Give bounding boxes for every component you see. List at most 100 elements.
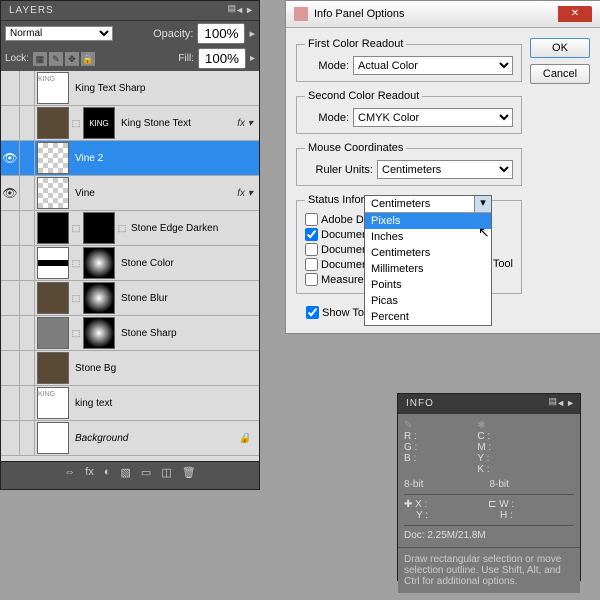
lock-transparent-icon[interactable]: ▦: [33, 52, 47, 66]
footer-icon[interactable]: 🗑: [182, 466, 196, 479]
fx-indicator[interactable]: fx ▾: [231, 188, 259, 199]
layer-row[interactable]: Background🔒: [1, 421, 259, 456]
opacity-label: Opacity:: [153, 28, 193, 40]
fill-label: Fill:: [178, 53, 194, 64]
mode-label-1: Mode:: [305, 60, 349, 72]
status-checkbox[interactable]: [305, 213, 318, 226]
layer-thumb[interactable]: [37, 107, 69, 139]
layer-thumb[interactable]: [83, 317, 115, 349]
layer-thumb[interactable]: KING: [37, 387, 69, 419]
dialog-titlebar[interactable]: Info Panel Options ✕: [286, 1, 600, 28]
layer-thumb[interactable]: [37, 212, 69, 244]
ok-button[interactable]: OK: [530, 38, 590, 58]
show-hints-checkbox[interactable]: [306, 306, 319, 319]
visibility-icon[interactable]: 👁: [1, 151, 19, 165]
layer-thumb[interactable]: [83, 212, 115, 244]
status-checkbox[interactable]: [305, 228, 318, 241]
layer-thumb[interactable]: KING: [83, 107, 115, 139]
app-icon: [294, 7, 308, 21]
visibility-icon[interactable]: 👁: [1, 186, 19, 200]
layers-panel: LAYERS ▤ ◄► Normal Opacity: ▸ Lock: ▦ ✎ …: [0, 0, 260, 490]
dropdown-option[interactable]: Pixels: [365, 213, 491, 229]
layer-name[interactable]: Stone Bg: [71, 363, 231, 374]
layer-name[interactable]: Background: [71, 433, 231, 444]
dialog-title: Info Panel Options: [314, 8, 405, 20]
layer-row[interactable]: ⬚Stone Color: [1, 246, 259, 281]
ruler-label: Ruler Units:: [305, 164, 373, 176]
layer-name[interactable]: King Stone Text: [117, 118, 231, 129]
layer-row[interactable]: ⬚⬚Stone Edge Darken: [1, 211, 259, 246]
layer-thumb[interactable]: [83, 247, 115, 279]
status-checkbox[interactable]: [305, 258, 318, 271]
collapse-icon[interactable]: ◄►: [556, 398, 576, 408]
lock-row: Lock: ▦ ✎ ✥ 🔒 Fill: ▸: [1, 46, 259, 71]
layer-row[interactable]: KINGking text: [1, 386, 259, 421]
layer-thumb[interactable]: [37, 177, 69, 209]
first-mode-select[interactable]: Actual Color: [353, 56, 513, 75]
layer-row[interactable]: KINGKing Text Sharp: [1, 71, 259, 106]
layers-list: KINGKing Text Sharp⬚KINGKing Stone Textf…: [1, 71, 259, 461]
layer-name[interactable]: Vine: [71, 188, 231, 199]
info-panel: INFO ▤ ◄► ✎R :G :B : ✱C :M :Y :K : 8-bit…: [397, 393, 581, 581]
dropdown-option[interactable]: Millimeters: [365, 261, 491, 277]
layer-name[interactable]: Stone Blur: [117, 293, 231, 304]
lock-all-icon[interactable]: 🔒: [81, 52, 95, 66]
fill-input[interactable]: [198, 48, 246, 69]
fx-indicator[interactable]: fx ▾: [231, 118, 259, 129]
layer-row[interactable]: 👁 Vinefx ▾: [1, 176, 259, 211]
footer-icon[interactable]: ▧: [121, 466, 131, 479]
close-icon[interactable]: ✕: [558, 6, 592, 22]
layer-row[interactable]: ⬚Stone Sharp: [1, 316, 259, 351]
layer-name[interactable]: King Text Sharp: [71, 83, 231, 94]
layer-name[interactable]: Stone Color: [117, 258, 231, 269]
layer-thumb[interactable]: [37, 282, 69, 314]
info-tab[interactable]: INFO ▤ ◄►: [398, 394, 580, 414]
layer-name[interactable]: Vine 2: [71, 153, 231, 164]
collapse-icon[interactable]: ◄►: [235, 5, 255, 15]
dropdown-option[interactable]: Percent: [365, 309, 491, 325]
layer-row[interactable]: ⬚Stone Blur: [1, 281, 259, 316]
fx-indicator[interactable]: 🔒: [231, 433, 259, 444]
status-checkbox[interactable]: [305, 243, 318, 256]
second-mode-select[interactable]: CMYK Color: [353, 108, 513, 127]
footer-icon[interactable]: ◐: [104, 466, 111, 479]
mode-label-2: Mode:: [305, 112, 349, 124]
layer-row[interactable]: ⬚KINGKing Stone Textfx ▾: [1, 106, 259, 141]
status-checkbox[interactable]: [305, 273, 318, 286]
blend-mode-select[interactable]: Normal: [5, 26, 113, 41]
layer-name[interactable]: king text: [71, 398, 231, 409]
chevron-down-icon[interactable]: ▾: [474, 196, 491, 212]
layer-name[interactable]: Stone Sharp: [117, 328, 231, 339]
footer-icon[interactable]: ▭: [141, 466, 151, 479]
blend-row: Normal Opacity: ▸: [1, 21, 259, 46]
info-hint: Draw rectangular selection or move selec…: [398, 547, 580, 593]
dropdown-option[interactable]: Picas: [365, 293, 491, 309]
layer-thumb[interactable]: [37, 317, 69, 349]
layer-thumb[interactable]: KING: [37, 72, 69, 104]
dropdown-option[interactable]: Points: [365, 277, 491, 293]
layer-thumb[interactable]: [37, 422, 69, 454]
footer-icon[interactable]: ◫: [161, 466, 171, 479]
footer-icon[interactable]: ⇔: [64, 466, 75, 479]
lock-brush-icon[interactable]: ✎: [49, 52, 63, 66]
footer-icon[interactable]: fx: [85, 466, 94, 479]
layer-thumb[interactable]: [83, 282, 115, 314]
dropdown-option[interactable]: Centimeters: [365, 245, 491, 261]
info-title: INFO: [406, 398, 434, 409]
layer-name[interactable]: Stone Edge Darken: [127, 223, 231, 234]
layers-tab[interactable]: LAYERS ▤ ◄►: [1, 1, 259, 21]
layer-thumb[interactable]: [37, 352, 69, 384]
cancel-button[interactable]: Cancel: [530, 64, 590, 84]
dropdown-option[interactable]: Inches: [365, 229, 491, 245]
mouse-coordinates: Mouse Coordinates Ruler Units: Centimete…: [296, 142, 522, 186]
lock-move-icon[interactable]: ✥: [65, 52, 79, 66]
ruler-units-dropdown[interactable]: Centimeters▾ PixelsInchesCentimetersMill…: [364, 195, 492, 326]
second-color-readout: Second Color Readout Mode: CMYK Color: [296, 90, 522, 134]
layer-row[interactable]: Stone Bg: [1, 351, 259, 386]
ruler-units-select[interactable]: Centimeters: [377, 160, 513, 179]
layer-thumb[interactable]: [37, 142, 69, 174]
layer-row[interactable]: 👁 Vine 2: [1, 141, 259, 176]
first-color-readout: First Color Readout Mode: Actual Color: [296, 38, 522, 82]
layer-thumb[interactable]: [37, 247, 69, 279]
opacity-input[interactable]: [197, 23, 245, 44]
